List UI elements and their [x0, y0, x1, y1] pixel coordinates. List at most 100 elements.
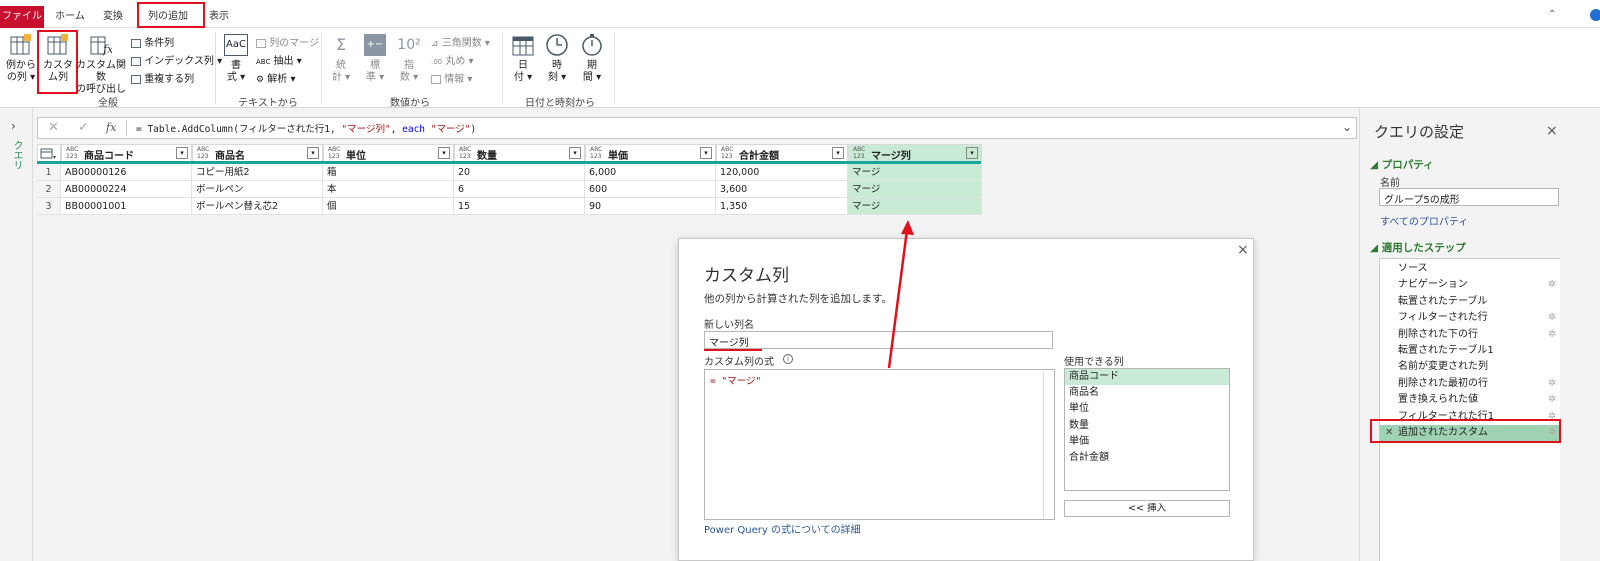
filter-dropdown-icon[interactable]: ▾	[569, 147, 581, 159]
cancel-formula-icon[interactable]: ✕	[48, 120, 59, 135]
table-cell[interactable]: 箱	[323, 164, 454, 181]
table-cell[interactable]: BB00001001	[61, 198, 192, 215]
date-button[interactable]: 日 付 ▾	[509, 34, 537, 84]
column-header[interactable]: ABC 123 商品コード ▾	[61, 144, 192, 162]
table-cell[interactable]: 6,000	[585, 164, 716, 181]
invoke-custom-function-button[interactable]: fx カスタム関数 の呼び出し	[76, 34, 126, 96]
table-cell[interactable]: 1,350	[716, 198, 848, 215]
step-settings-gear-icon[interactable]: ✲	[1548, 392, 1556, 408]
table-cell[interactable]: 20	[454, 164, 585, 181]
tab-transform[interactable]: 変換	[98, 8, 128, 26]
expand-queries-icon[interactable]: ›	[11, 119, 16, 133]
queries-pane-label[interactable]: クエリ	[10, 140, 24, 170]
standard-button[interactable]: +− 標 準 ▾	[362, 34, 388, 84]
rounding-button[interactable]: .00 丸め ▾	[431, 52, 474, 67]
table-cell[interactable]: 個	[323, 198, 454, 215]
applied-step-item[interactable]: フィルターされた行 ✲	[1380, 310, 1560, 326]
applied-step-item[interactable]: 名前が変更された列	[1380, 359, 1560, 375]
table-cell[interactable]: 120,000	[716, 164, 848, 181]
power-query-formula-link[interactable]: Power Query の式についての詳細	[704, 521, 861, 536]
filter-dropdown-icon[interactable]: ▾	[832, 147, 844, 159]
applied-step-item[interactable]: ナビゲーション ✲	[1380, 277, 1560, 293]
trigonometry-button[interactable]: ⊿ 三角関数 ▾	[431, 34, 490, 49]
table-cell[interactable]: 3,600	[716, 181, 848, 198]
filter-dropdown-icon[interactable]: ▾	[176, 147, 188, 159]
time-button[interactable]: 時 刻 ▾	[543, 34, 571, 84]
type-abc123-icon[interactable]: ABC 123	[66, 146, 78, 160]
applied-step-item[interactable]: 削除された最初の行 ✲	[1380, 376, 1560, 392]
tab-view[interactable]: 表示	[204, 8, 234, 26]
all-properties-link[interactable]: すべてのプロパティ	[1380, 213, 1468, 228]
type-abc123-icon[interactable]: ABC 123	[328, 146, 340, 160]
table-cell[interactable]: 90	[585, 198, 716, 215]
information-button[interactable]: 情報 ▾	[431, 70, 472, 85]
type-abc123-icon[interactable]: ABC 123	[197, 146, 209, 160]
column-header[interactable]: ABC 123 合計金額 ▾	[716, 144, 848, 162]
statistics-button[interactable]: Σ 統 計 ▾	[328, 34, 354, 84]
type-abc123-icon[interactable]: ABC 123	[853, 146, 865, 160]
collapse-ribbon-icon[interactable]: ⌃	[1548, 9, 1556, 20]
applied-step-item[interactable]: 削除された下の行 ✲	[1380, 327, 1560, 343]
available-column-item[interactable]: 商品コード	[1065, 369, 1229, 385]
row-number[interactable]: 1	[37, 164, 61, 181]
table-cell[interactable]: マージ	[848, 164, 982, 181]
available-column-item[interactable]: 数量	[1065, 418, 1229, 434]
row-number[interactable]: 2	[37, 181, 61, 198]
table-cell[interactable]: 600	[585, 181, 716, 198]
close-dialog-icon[interactable]: ×	[1237, 242, 1249, 258]
scientific-button[interactable]: 10² 指 数 ▾	[396, 34, 422, 84]
merge-columns-button[interactable]: 列のマージ	[256, 34, 319, 49]
filter-dropdown-icon[interactable]: ▾	[307, 147, 319, 159]
applied-step-item[interactable]: 置き換えられた値 ✲	[1380, 392, 1560, 408]
type-abc123-icon[interactable]: ABC 123	[590, 146, 602, 160]
properties-header[interactable]: ◢ プロパティ	[1370, 157, 1434, 172]
table-cell[interactable]: 6	[454, 181, 585, 198]
filter-dropdown-icon[interactable]: ▾	[966, 147, 978, 159]
table-cell[interactable]: マージ	[848, 181, 982, 198]
parse-button[interactable]: ⚙ 解析 ▾	[256, 70, 295, 85]
table-cell[interactable]: ボールペン	[192, 181, 323, 198]
available-column-item[interactable]: 単価	[1065, 434, 1229, 450]
table-cell[interactable]: AB00000126	[61, 164, 192, 181]
row-number[interactable]: 3	[37, 198, 61, 215]
applied-steps-header[interactable]: ◢ 適用したステップ	[1370, 240, 1466, 255]
info-icon[interactable]: i	[783, 354, 793, 364]
table-cell[interactable]: 15	[454, 198, 585, 215]
editor-scrollbar[interactable]	[1043, 371, 1053, 518]
table-cell[interactable]: マージ	[848, 198, 982, 215]
step-settings-gear-icon[interactable]: ✲	[1548, 310, 1556, 326]
format-button[interactable]: AaC 書 式 ▾	[222, 34, 250, 84]
duration-button[interactable]: 期 間 ▾	[578, 34, 606, 84]
column-header[interactable]: ABC 123 マージ列 ▾	[848, 144, 982, 162]
column-header[interactable]: ABC 123 単位 ▾	[323, 144, 454, 162]
expand-formula-icon[interactable]: ⌄	[1342, 120, 1352, 134]
column-header[interactable]: ABC 123 単価 ▾	[585, 144, 716, 162]
help-icon[interactable]	[1590, 9, 1600, 21]
extract-button[interactable]: ABC 抽出 ▾	[256, 52, 302, 67]
column-header[interactable]: ABC 123 商品名 ▾	[192, 144, 323, 162]
step-settings-gear-icon[interactable]: ✲	[1548, 327, 1556, 343]
column-header[interactable]: ABC 123 数量 ▾	[454, 144, 585, 162]
tab-home[interactable]: ホーム	[52, 8, 88, 26]
step-settings-gear-icon[interactable]: ✲	[1548, 277, 1556, 293]
type-abc123-icon[interactable]: ABC 123	[459, 146, 471, 160]
column-name-input[interactable]: マージ列	[704, 331, 1053, 349]
table-cell[interactable]: ボールペン替え芯2	[192, 198, 323, 215]
filter-dropdown-icon[interactable]: ▾	[700, 147, 712, 159]
available-column-item[interactable]: 単位	[1065, 401, 1229, 417]
column-from-examples-button[interactable]: 例から の列 ▾	[6, 34, 36, 84]
table-cell[interactable]: AB00000224	[61, 181, 192, 198]
type-abc123-icon[interactable]: ABC 123	[721, 146, 733, 160]
formula-input[interactable]: = Table.AddColumn(フィルターされた行1, "マージ列", ea…	[136, 121, 476, 135]
tab-file[interactable]: ファイル	[0, 6, 44, 28]
index-column-button[interactable]: インデックス列 ▾	[131, 52, 222, 67]
conditional-column-button[interactable]: 条件列	[131, 34, 174, 49]
confirm-formula-icon[interactable]: ✓	[78, 120, 89, 135]
table-menu-icon[interactable]: ▾	[37, 144, 61, 162]
available-column-item[interactable]: 商品名	[1065, 385, 1229, 401]
duplicate-column-button[interactable]: 重複する列	[131, 70, 194, 85]
insert-button[interactable]: << 挿入	[1064, 500, 1230, 517]
close-settings-icon[interactable]: ×	[1546, 123, 1558, 139]
applied-step-item[interactable]: 転置されたテーブル	[1380, 294, 1560, 310]
filter-dropdown-icon[interactable]: ▾	[438, 147, 450, 159]
